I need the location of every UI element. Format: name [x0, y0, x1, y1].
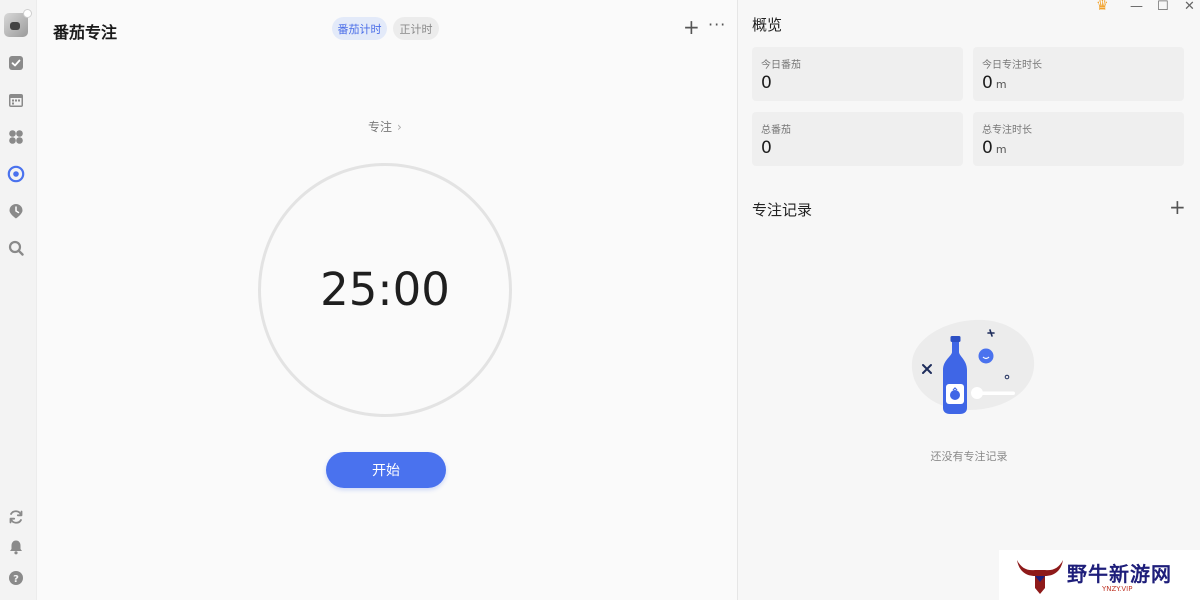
- search-icon[interactable]: [7, 239, 25, 257]
- minimize-icon[interactable]: —: [1130, 0, 1143, 14]
- checkbox-icon[interactable]: [7, 54, 25, 72]
- stat-card-today-pomodoros: 今日番茄 0: [752, 47, 963, 101]
- stat-unit: m: [995, 143, 1007, 156]
- overview-title: 概览: [752, 16, 783, 34]
- tab-pomodoro[interactable]: 番茄计时: [332, 17, 387, 40]
- svg-text:?: ?: [13, 574, 19, 585]
- stat-unit: m: [995, 78, 1007, 91]
- more-icon[interactable]: ···: [708, 15, 726, 34]
- timer-display: 25:00: [320, 263, 450, 316]
- crown-icon[interactable]: ♛: [1096, 0, 1109, 14]
- close-icon[interactable]: ✕: [1184, 0, 1195, 14]
- focus-mode-label: 专注: [368, 120, 393, 134]
- add-record-icon[interactable]: +: [1169, 197, 1186, 217]
- tab-stopwatch[interactable]: 正计时: [393, 17, 439, 40]
- stat-label: 今日番茄: [761, 60, 801, 71]
- watermark-subtext: YNZY.VIP: [1102, 585, 1133, 593]
- stat-card-total-pomodoros: 总番茄 0: [752, 112, 963, 166]
- watermark-text: 野牛新游网: [1067, 562, 1172, 586]
- calendar-icon[interactable]: [7, 91, 25, 109]
- stat-label: 今日专注时长: [982, 60, 1042, 71]
- start-button[interactable]: 开始: [326, 452, 446, 488]
- focus-target-icon[interactable]: [7, 165, 25, 183]
- sidebar: ?: [0, 0, 37, 600]
- watermark: 野牛新游网 YNZY.VIP: [999, 550, 1200, 600]
- stat-card-today-duration: 今日专注时长 0m: [973, 47, 1184, 101]
- focus-mode-selector[interactable]: 专注 ›: [368, 118, 402, 135]
- timer-panel: 番茄专注 番茄计时 正计时 + ··· 专注 › 25:00 开始: [37, 0, 737, 600]
- avatar-badge-icon: [23, 9, 32, 18]
- chevron-right-icon: ›: [397, 120, 402, 134]
- help-icon[interactable]: ?: [7, 569, 25, 587]
- bell-icon[interactable]: [7, 538, 25, 556]
- empty-state-illustration: [904, 312, 1039, 422]
- location-clock-icon[interactable]: [7, 202, 25, 220]
- grid-icon[interactable]: [7, 128, 25, 146]
- stat-value: 0m: [982, 73, 1007, 93]
- add-icon[interactable]: +: [683, 17, 700, 37]
- stat-card-total-duration: 总专注时长 0m: [973, 112, 1184, 166]
- page-title: 番茄专注: [53, 23, 118, 42]
- stat-value: 0: [761, 73, 772, 93]
- stats-panel: ♛ — ☐ ✕ 概览 今日番茄 0 今日专注时长 0m 总番茄 0 总专注时长 …: [738, 0, 1200, 600]
- stat-value: 0: [761, 138, 772, 158]
- stat-label: 总专注时长: [982, 125, 1032, 136]
- maximize-icon[interactable]: ☐: [1157, 0, 1169, 14]
- empty-state-text: 还没有专注记录: [930, 450, 1008, 463]
- stat-label: 总番茄: [761, 125, 791, 136]
- records-title: 专注记录: [752, 201, 813, 219]
- sync-icon[interactable]: [7, 508, 25, 526]
- stat-value: 0m: [982, 138, 1007, 158]
- bull-logo-icon: [1017, 560, 1063, 594]
